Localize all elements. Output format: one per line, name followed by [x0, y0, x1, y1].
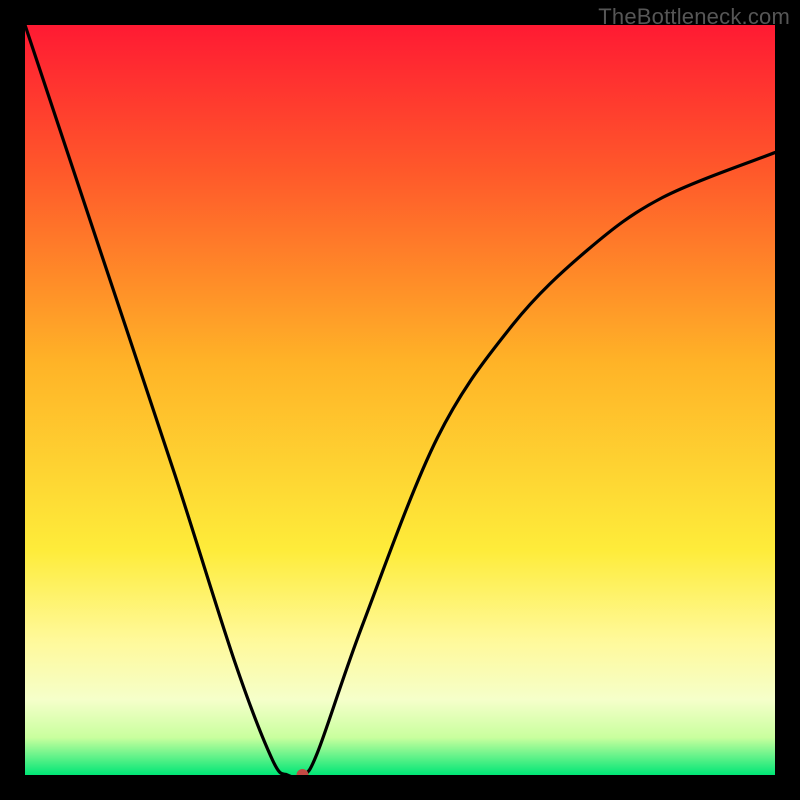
plot-area	[25, 25, 775, 775]
chart-svg	[25, 25, 775, 775]
chart-frame: TheBottleneck.com	[0, 0, 800, 800]
chart-background	[25, 25, 775, 775]
watermark-text: TheBottleneck.com	[598, 4, 790, 30]
